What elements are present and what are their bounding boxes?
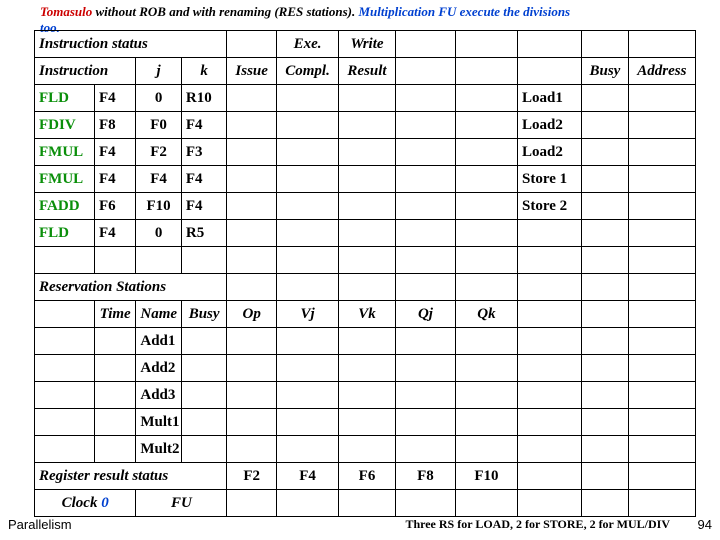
load-store-unit: Load2 [518,139,582,166]
instr-row: FDIV F8 F0 F4 Load2 [35,112,696,139]
hdr-instr-status: Instruction status [35,31,227,58]
page-number: 94 [698,517,712,532]
instr-dest: F4 [94,85,135,112]
instr-k: F4 [181,166,227,193]
res-hdr-vj: Vj [277,301,339,328]
res-name: Add3 [136,382,182,409]
instr-op: FLD [35,85,95,112]
instr-row: FMUL F4 F2 F3 Load2 [35,139,696,166]
res-row: Mult1 [35,409,696,436]
fu-label: FU [136,490,227,517]
instr-dest: F4 [94,166,135,193]
res-hdr-vk: Vk [339,301,396,328]
res-hdr-qj: Qj [395,301,455,328]
instr-k: R10 [181,85,227,112]
load-store-unit: Store 1 [518,166,582,193]
hdr-write: Write [339,31,396,58]
reg-label: F8 [395,463,455,490]
reg-label: F6 [339,463,396,490]
res-row: Add3 [35,382,696,409]
instr-op: FMUL [35,139,95,166]
instr-dest: F4 [94,139,135,166]
hdr-exe: Exe. [277,31,339,58]
clock-label: Clock [62,495,98,511]
res-hdr-time: Time [94,301,135,328]
res-row: Add2 [35,355,696,382]
hdr-address: Address [628,58,695,85]
instr-op: FMUL [35,166,95,193]
instr-j: F4 [136,166,182,193]
instr-dest: F6 [94,193,135,220]
instr-k: F4 [181,112,227,139]
title-seg-3: Multiplication FU execute the divisions [355,4,570,19]
instr-row: FLD F4 0 R10 Load1 [35,85,696,112]
hdr-j: j [136,58,182,85]
load-store-unit [518,220,582,247]
res-hdr-busy: Busy [181,301,227,328]
instr-op: FDIV [35,112,95,139]
instr-row: FLD F4 0 R5 [35,220,696,247]
res-header-row: Time Name Busy Op Vj Vk Qj Qk [35,301,696,328]
hdr-instruction: Instruction [35,58,136,85]
instr-j: F2 [136,139,182,166]
regstat-title: Register result status [35,463,227,490]
res-name: Mult1 [136,409,182,436]
instr-dest: F8 [94,112,135,139]
res-name: Add2 [136,355,182,382]
instr-k: F3 [181,139,227,166]
hdr-busy: Busy [582,58,629,85]
instr-op: FLD [35,220,95,247]
instr-j: 0 [136,220,182,247]
res-hdr-op: Op [227,301,277,328]
reg-label: F4 [277,463,339,490]
instr-op: FADD [35,193,95,220]
regstat-fu-row: Clock 0 FU [35,490,696,517]
hdr-issue: Issue [227,58,277,85]
footer-center: Three RS for LOAD, 2 for STORE, 2 for MU… [405,517,670,532]
res-name: Add1 [136,328,182,355]
res-name: Mult2 [136,436,182,463]
res-hdr-name: Name [136,301,182,328]
hdr-compl: Compl. [277,58,339,85]
instr-row: FMUL F4 F4 F4 Store 1 [35,166,696,193]
spacer-row [35,247,696,274]
regstat-title-row: Register result status F2 F4 F6 F8 F10 [35,463,696,490]
instr-j: 0 [136,85,182,112]
load-store-unit: Load1 [518,85,582,112]
instr-row: FADD F6 F10 F4 Store 2 [35,193,696,220]
title-seg-2: without ROB and with renaming (RES stati… [92,4,355,19]
instr-j: F0 [136,112,182,139]
header-row-2: Instruction j k Issue Compl. Result Busy… [35,58,696,85]
clock-value: 0 [101,495,109,511]
hdr-k: k [181,58,227,85]
instr-k: F4 [181,193,227,220]
load-store-unit: Store 2 [518,193,582,220]
tomasulo-table: Instruction status Exe. Write Instructio… [34,30,696,517]
reg-label: F2 [227,463,277,490]
instr-dest: F4 [94,220,135,247]
reg-label: F10 [455,463,517,490]
instr-j: F10 [136,193,182,220]
res-title: Reservation Stations [35,274,227,301]
res-row: Mult2 [35,436,696,463]
res-row: Add1 [35,328,696,355]
instr-k: R5 [181,220,227,247]
header-row-1: Instruction status Exe. Write [35,31,696,58]
title-seg-1: Tomasulo [40,4,92,19]
res-hdr-qk: Qk [455,301,517,328]
footer-left: Parallelism [8,517,72,532]
load-store-unit: Load2 [518,112,582,139]
hdr-result: Result [339,58,396,85]
res-title-row: Reservation Stations [35,274,696,301]
